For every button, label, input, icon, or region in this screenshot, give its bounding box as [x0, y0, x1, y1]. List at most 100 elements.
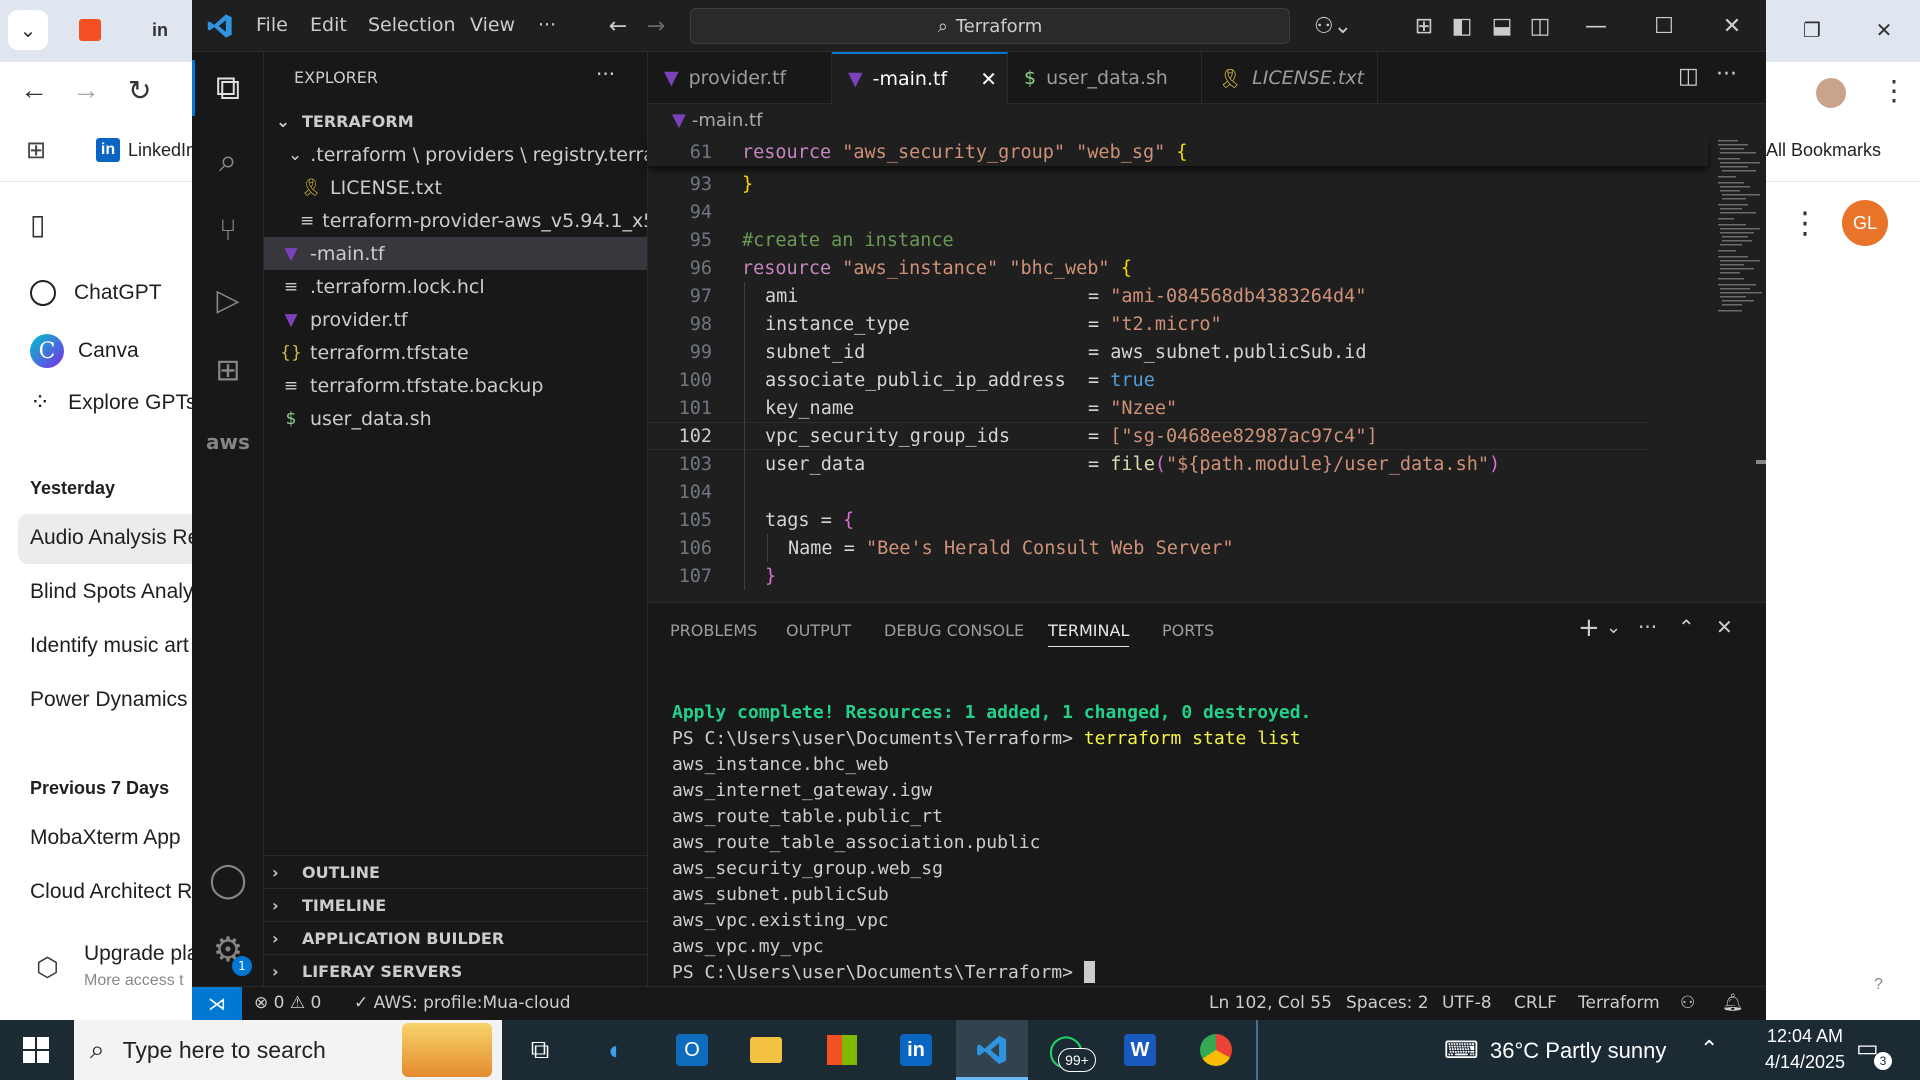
chat-item[interactable]: Identify music art: [30, 634, 189, 658]
task-view-icon[interactable]: ⧉: [516, 1026, 564, 1074]
sidebar-item-chatgpt[interactable]: ChatGPT: [30, 280, 162, 306]
panel-tab-output[interactable]: OUTPUT: [786, 621, 851, 640]
explorer-more-icon[interactable]: ···: [596, 62, 615, 86]
forward-icon[interactable]: →: [72, 74, 100, 106]
cursor-position[interactable]: Ln 102, Col 55: [1209, 993, 1332, 1013]
tree-file-main-tf[interactable]: ▼ -main.tf: [264, 237, 647, 270]
tree-file-provider-binary[interactable]: ≡ terraform-provider-aws_v5.94.1_x5...: [264, 204, 647, 237]
help-icon[interactable]: ?: [1874, 976, 1883, 994]
powerpoint-tab-icon[interactable]: [70, 10, 110, 50]
weather-status[interactable]: 36°C Partly sunny: [1490, 1038, 1666, 1064]
upgrade-plan-title[interactable]: Upgrade pla: [84, 942, 198, 966]
vscode-taskbar-icon[interactable]: [968, 1026, 1016, 1074]
menu-file[interactable]: File: [256, 14, 288, 36]
tab-close-icon[interactable]: ✕: [980, 67, 997, 91]
split-editor-icon[interactable]: ◫: [1678, 64, 1699, 89]
tree-file-tfstate-backup[interactable]: ≡ terraform.tfstate.backup: [264, 369, 647, 402]
tab-license-txt[interactable]: 🎗 LICENSE.txt: [1202, 52, 1378, 104]
sticky-scroll-line[interactable]: 61 resource "aws_security_group" "web_sg"…: [648, 138, 1708, 166]
toggle-secondary-sidebar-icon[interactable]: ◫: [1526, 12, 1554, 40]
toggle-panel-icon[interactable]: ⬓: [1488, 12, 1516, 40]
chat-item[interactable]: Audio Analysis Re: [30, 526, 199, 550]
reload-icon[interactable]: ↻: [128, 74, 151, 107]
command-center[interactable]: ⌕ Terraform: [690, 8, 1290, 44]
encoding-status[interactable]: UTF-8: [1442, 993, 1492, 1013]
chat-item[interactable]: MobaXterm App: [30, 826, 181, 850]
chrome-icon[interactable]: [1192, 1026, 1240, 1074]
explorer-icon[interactable]: ⧉: [206, 66, 250, 110]
back-icon[interactable]: ←: [20, 74, 48, 106]
tree-file-user-data[interactable]: $ user_data.sh: [264, 402, 647, 435]
user-avatar[interactable]: GL: [1842, 200, 1888, 246]
remote-indicator-icon[interactable]: ⋊: [192, 987, 242, 1020]
tree-file-lock-hcl[interactable]: ≡ .terraform.lock.hcl: [264, 270, 647, 303]
word-icon[interactable]: W: [1116, 1026, 1164, 1074]
copilot-status-icon[interactable]: ⚇: [1680, 993, 1695, 1013]
panel-tab-debug-console[interactable]: DEBUG CONSOLE: [884, 621, 1024, 640]
panel-tab-ports[interactable]: PORTS: [1162, 621, 1214, 640]
section-timeline[interactable]: › TIMELINE: [264, 888, 647, 921]
language-mode[interactable]: Terraform: [1578, 993, 1660, 1013]
section-application-builder[interactable]: › APPLICATION BUILDER: [264, 921, 647, 954]
customize-layout-icon[interactable]: ⊞: [1410, 12, 1438, 40]
profile-avatar[interactable]: [1816, 78, 1846, 108]
accounts-icon[interactable]: ◯: [206, 858, 250, 902]
menu-edit[interactable]: Edit: [310, 14, 347, 36]
linkedin-app-icon[interactable]: in: [892, 1026, 940, 1074]
linkedin-bookmark[interactable]: LinkedIn: [128, 140, 196, 161]
browser-menu-icon[interactable]: ⋮: [1880, 74, 1908, 107]
nav-forward-icon[interactable]: →: [642, 12, 670, 40]
panel-more-icon[interactable]: ···: [1638, 615, 1657, 639]
chevron-down-icon[interactable]: ⌄: [1606, 617, 1621, 638]
toggle-primary-sidebar-icon[interactable]: ◧: [1448, 12, 1476, 40]
outlook-icon[interactable]: O: [668, 1026, 716, 1074]
windows-start-icon[interactable]: [12, 1026, 60, 1074]
editor-more-icon[interactable]: ···: [1716, 62, 1737, 87]
aws-profile-status[interactable]: ✓ AWS: profile:Mua-cloud: [354, 993, 571, 1013]
tree-folder-terraform-providers[interactable]: ⌄ .terraform \ providers \ registry.terr…: [264, 138, 647, 171]
more-options-icon[interactable]: ⋮: [1790, 206, 1820, 241]
apps-grid-icon[interactable]: ⊞: [26, 136, 46, 165]
show-hidden-icons-icon[interactable]: ⌃: [1700, 1036, 1718, 1062]
menu-view[interactable]: View: [470, 14, 515, 36]
chat-item[interactable]: Blind Spots Analy: [30, 580, 193, 604]
sidebar-item-canva[interactable]: C Canva: [30, 334, 139, 368]
chat-item[interactable]: Cloud Architect R: [30, 880, 192, 904]
tree-file-tfstate[interactable]: {} terraform.tfstate: [264, 336, 647, 369]
problems-indicator[interactable]: ⊗ 0 ⚠ 0: [254, 993, 321, 1013]
sidebar-item-explore-gpts[interactable]: ⁘ Explore GPTs: [30, 388, 197, 417]
breadcrumb[interactable]: ▼ -main.tf: [672, 110, 762, 131]
source-control-icon[interactable]: ⑂: [206, 208, 250, 252]
notifications-bell-icon[interactable]: 🔔︎: [1722, 993, 1744, 1013]
tab-main-tf[interactable]: ▼ -main.tf ✕: [832, 52, 1008, 104]
copilot-icon[interactable]: ⚇⌄: [1308, 12, 1358, 40]
edge-icon[interactable]: ◐: [592, 1026, 640, 1074]
close-panel-icon[interactable]: ✕: [1716, 615, 1733, 639]
workspace-root[interactable]: ⌄ TERRAFORM: [264, 105, 647, 138]
tree-file-license[interactable]: 🎗 LICENSE.txt: [264, 171, 647, 204]
aws-toolkit-icon[interactable]: aws: [206, 420, 250, 464]
sidebar-toggle-icon[interactable]: ▯: [30, 208, 45, 241]
terminal-output[interactable]: Apply complete! Resources: 1 added, 1 ch…: [672, 699, 1572, 985]
clock-date[interactable]: 4/14/2025: [1760, 1052, 1850, 1073]
panel-tab-terminal[interactable]: TERMINAL: [1048, 621, 1130, 647]
menu-more[interactable]: ···: [538, 14, 556, 36]
minimap[interactable]: [1716, 138, 1766, 602]
restore-window-icon[interactable]: ❐: [1792, 10, 1832, 50]
taskbar-search[interactable]: ⌕ Type here to search: [74, 1020, 502, 1080]
extensions-icon[interactable]: ⊞: [206, 348, 250, 392]
section-liferay-servers[interactable]: › LIFERAY SERVERS: [264, 954, 647, 987]
eol-status[interactable]: CRLF: [1514, 993, 1557, 1013]
search-view-icon[interactable]: ⌕: [206, 138, 250, 182]
code-editor[interactable]: 61 resource "aws_security_group" "web_sg"…: [648, 138, 1708, 602]
linkedin-tab-icon[interactable]: in: [140, 10, 180, 50]
clock-time[interactable]: 12:04 AM: [1760, 1026, 1850, 1047]
tab-search-dropdown-icon[interactable]: ⌄: [8, 10, 48, 50]
maximize-panel-icon[interactable]: ⌃: [1678, 615, 1695, 639]
microsoft-store-icon[interactable]: [818, 1026, 866, 1074]
maximize-icon[interactable]: ☐: [1650, 12, 1678, 40]
minimize-icon[interactable]: —: [1582, 12, 1610, 40]
indentation-status[interactable]: Spaces: 2: [1346, 993, 1429, 1013]
close-icon[interactable]: ✕: [1718, 12, 1746, 40]
all-bookmarks[interactable]: All Bookmarks: [1766, 140, 1881, 161]
